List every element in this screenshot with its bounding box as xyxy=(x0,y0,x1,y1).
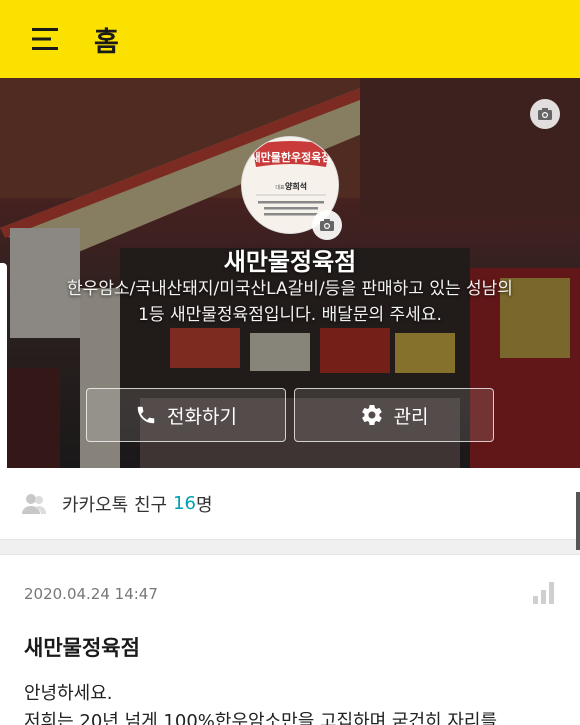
logo-owner-name: 양희석 xyxy=(285,181,307,191)
post-body: 안녕하세요. 저희는 20년 넘게 100%한우암소만을 고집하며 굳건히 자리… xyxy=(24,680,564,725)
manage-button[interactable]: 관리 xyxy=(294,388,494,442)
page-title: 홈 xyxy=(94,26,120,58)
call-button-label: 전화하기 xyxy=(167,405,237,428)
gear-icon xyxy=(360,403,384,427)
top-bar: 홈 xyxy=(0,0,580,78)
post-card[interactable]: 2020.04.24 14:47 새만물정육점 안녕하세요. 저희는 20년 넘… xyxy=(0,556,580,725)
camera-icon[interactable] xyxy=(530,99,560,129)
call-button[interactable]: 전화하기 xyxy=(86,388,286,442)
manage-button-label: 관리 xyxy=(393,405,429,428)
side-drawer-handle[interactable] xyxy=(0,263,7,468)
friend-count-unit: 명 xyxy=(196,494,213,516)
section-divider xyxy=(0,540,580,555)
logo-text: 새만물한우정육점 xyxy=(251,150,332,164)
post-body-line: 저희는 20년 넘게 100%한우암소만을 고집하며 굳건히 자리를 xyxy=(24,711,498,725)
profile-image-wrapper: 새만물한우정육점 대표 양희석 xyxy=(241,136,342,240)
phone-icon xyxy=(135,404,157,426)
person-icon xyxy=(22,492,46,516)
bar-chart-icon[interactable] xyxy=(532,582,556,608)
friend-label: 카카오톡 친구 xyxy=(62,494,168,516)
cover-area: 새만물한우정육점 대표 양희석 새만물정육점 한우암소/국내산돼지/미국산LA갈… xyxy=(0,78,580,468)
store-description: 한우암소/국내산돼지/미국산LA갈비/등을 판매하고 있는 성남의 1등 새만물… xyxy=(67,279,513,325)
friend-count-row[interactable]: 카카오톡 친구 16 명 xyxy=(0,468,580,540)
store-name: 새만물정육점 xyxy=(223,248,357,276)
scrollbar[interactable] xyxy=(576,492,580,550)
post-body-line: 안녕하세요. xyxy=(24,683,113,704)
post-title: 새만물정육점 xyxy=(24,636,140,660)
friend-count: 16 xyxy=(173,493,196,514)
post-date: 2020.04.24 14:47 xyxy=(24,585,158,603)
camera-icon[interactable] xyxy=(312,210,342,240)
hamburger-menu-icon[interactable] xyxy=(24,18,66,60)
logo-owner-label: 대표 xyxy=(275,184,285,191)
